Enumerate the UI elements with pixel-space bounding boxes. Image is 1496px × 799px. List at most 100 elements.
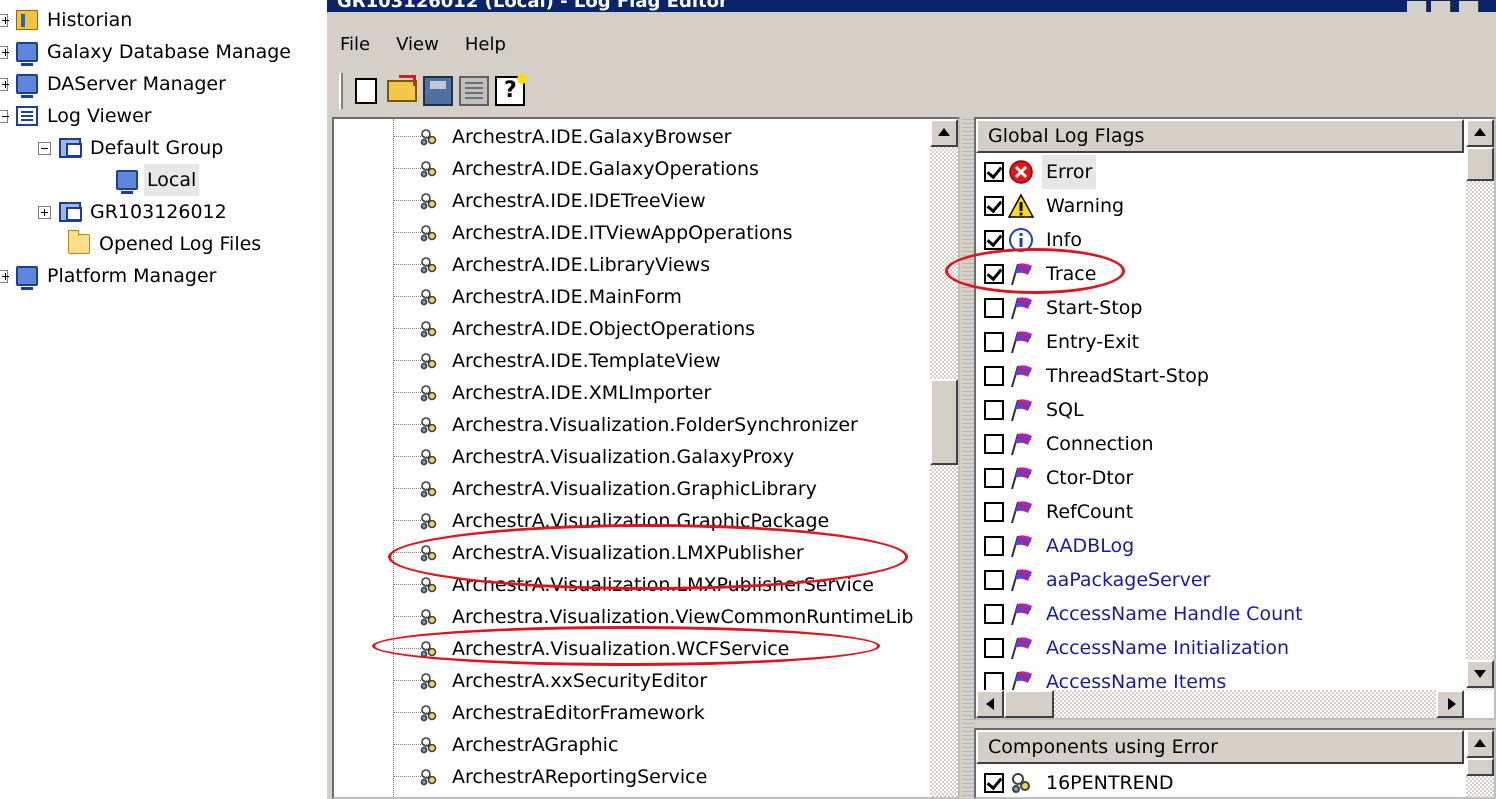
flag-checkbox[interactable] [984, 196, 1004, 216]
scroll-up-button[interactable] [1466, 730, 1494, 758]
component-row[interactable]: ArchestrA.IDE.IDETreeView [334, 185, 930, 217]
flag-row-ctor-dtor[interactable]: Ctor-Dtor [976, 461, 1464, 495]
expand-icon[interactable] [0, 13, 9, 27]
component-row[interactable]: ArchestrAReportingService [334, 761, 930, 793]
flag-row-aadblog[interactable]: AADBLog [976, 529, 1464, 563]
tree-item-default-group[interactable]: Default Group [38, 132, 226, 164]
flag-row-sql[interactable]: SQL [976, 393, 1464, 427]
scroll-right-button[interactable] [1436, 690, 1464, 718]
flag-row-accessname-initialization[interactable]: AccessName Initialization [976, 631, 1464, 665]
flag-checkbox[interactable] [984, 366, 1004, 386]
expand-icon[interactable] [0, 269, 9, 283]
components-using-header[interactable]: Components using Error [976, 730, 1464, 764]
toolbar-grip[interactable] [339, 73, 343, 109]
flag-row-threadstart-stop[interactable]: ThreadStart-Stop [976, 359, 1464, 393]
flag-checkbox[interactable] [984, 502, 1004, 522]
menu-help[interactable]: Help [452, 29, 519, 61]
component-row[interactable]: Archestra.Visualization.ViewCommonRuntim… [334, 601, 930, 633]
component-row[interactable]: ArchestrA.Visualization.LMXPublisher [334, 537, 930, 569]
component-row[interactable]: ArchestraEditorFramework [334, 697, 930, 729]
component-row[interactable]: ArchestrA.IDE.LibraryViews [334, 249, 930, 281]
flag-checkbox[interactable] [984, 570, 1004, 590]
component-row[interactable]: ArchestrAGraphic [334, 729, 930, 761]
flag-checkbox[interactable] [984, 672, 1004, 692]
flag-checkbox[interactable] [984, 434, 1004, 454]
component-row[interactable]: ArchestrA.Visualization.GraphicPackage [334, 505, 930, 537]
global-log-flags-list[interactable]: Global Log Flags Error Warning Info Trace St… [974, 117, 1496, 720]
tree-item-platform-manager[interactable]: Platform Manager [0, 260, 219, 292]
scroll-thumb[interactable] [1466, 758, 1494, 776]
component-row[interactable]: ArchestrA.IDE.GalaxyBrowser [334, 121, 930, 153]
flag-row-entry-exit[interactable]: Entry-Exit [976, 325, 1464, 359]
flag-row-refcount[interactable]: RefCount [976, 495, 1464, 529]
global-log-flags-header[interactable]: Global Log Flags [976, 119, 1464, 153]
scroll-up-button[interactable] [930, 119, 958, 147]
flag-checkbox[interactable] [984, 604, 1004, 624]
maximize-button[interactable] [1431, 1, 1451, 12]
flag-checkbox[interactable] [984, 332, 1004, 352]
flag-checkbox[interactable] [984, 536, 1004, 556]
components-using-scrollbar[interactable] [1466, 730, 1494, 797]
open-icon[interactable] [387, 75, 417, 102]
flag-checkbox[interactable] [984, 162, 1004, 182]
tree-item-log-viewer[interactable]: Log Viewer [0, 100, 155, 132]
component-row[interactable]: ArchestrA.Visualization.LMXPublisherServ… [334, 569, 930, 601]
scroll-left-button[interactable] [976, 690, 1004, 718]
component-row[interactable]: Archestra.Visualization.FolderSynchroniz… [334, 409, 930, 441]
flag-row-aapackageserver[interactable]: aaPackageServer [976, 563, 1464, 597]
flag-row-start-stop[interactable]: Start-Stop [976, 291, 1464, 325]
flag-checkbox[interactable] [984, 400, 1004, 420]
component-row[interactable]: ArchestrA.Visualization.GalaxyProxy [334, 441, 930, 473]
flag-row-connection[interactable]: Connection [976, 427, 1464, 461]
tree-item-gr103126012[interactable]: GR103126012 [38, 196, 230, 228]
component-row[interactable]: ArchestrA.IDE.ITViewAppOperations [334, 217, 930, 249]
flag-row-trace[interactable]: Trace [976, 257, 1464, 291]
scroll-thumb[interactable] [1466, 147, 1494, 181]
scroll-up-button[interactable] [1466, 119, 1494, 147]
component-row[interactable]: ArchestrA.IDE.ObjectOperations [334, 313, 930, 345]
components-using-list[interactable]: Components using Error 16PENTREND [974, 728, 1496, 799]
component-row[interactable]: ArchestrA.IDE.XMLImporter [334, 377, 930, 409]
menu-file[interactable]: File [327, 29, 383, 61]
component-row[interactable]: ArchestrA.Visualization.GraphicLibrary [334, 473, 930, 505]
flag-checkbox[interactable] [984, 638, 1004, 658]
flag-row-error[interactable]: Error [976, 155, 1464, 189]
expand-icon[interactable] [0, 77, 9, 91]
flag-checkbox[interactable] [984, 230, 1004, 250]
components-using-row[interactable]: 16PENTREND [976, 766, 1464, 797]
properties-icon[interactable] [459, 76, 489, 106]
component-row[interactable]: ArchestrA.IDE.MainForm [334, 281, 930, 313]
minimize-button[interactable] [1407, 1, 1427, 12]
tree-item-opened-log-files[interactable]: Opened Log Files [68, 228, 264, 260]
tree-item-galaxy-database-manager[interactable]: Galaxy Database Manage [0, 36, 294, 68]
scroll-down-button[interactable] [1466, 660, 1494, 688]
flag-row-accessname-handle-count[interactable]: AccessName Handle Count [976, 597, 1464, 631]
scroll-thumb[interactable] [1004, 690, 1054, 718]
components-scrollbar[interactable] [930, 119, 958, 797]
scroll-thumb[interactable] [930, 379, 958, 465]
flags-vertical-scrollbar[interactable] [1466, 119, 1494, 690]
flags-horizontal-scrollbar[interactable] [976, 690, 1464, 718]
menu-view[interactable]: View [383, 29, 452, 61]
flag-row-warning[interactable]: Warning [976, 189, 1464, 223]
collapse-icon[interactable] [38, 141, 51, 155]
tree-item-historian[interactable]: Historian [0, 4, 135, 36]
flag-row-info[interactable]: Info [976, 223, 1464, 257]
component-row[interactable]: ArchestrA.xxSecurityEditor [334, 665, 930, 697]
help-icon[interactable]: ? [495, 74, 527, 106]
flag-checkbox[interactable] [984, 264, 1004, 284]
tree-item-local[interactable]: Local [116, 164, 200, 196]
flag-checkbox[interactable] [984, 468, 1004, 488]
expand-icon[interactable] [0, 45, 9, 59]
component-row[interactable]: ArchestrA.IDE.TemplateView [334, 345, 930, 377]
expand-icon[interactable] [38, 205, 51, 219]
collapse-icon[interactable] [0, 109, 9, 123]
pane-splitter[interactable] [962, 117, 974, 799]
title-bar[interactable]: GR103126012 (Local) - Log Flag Editor [327, 0, 1496, 12]
close-button[interactable] [1459, 1, 1479, 12]
flag-checkbox[interactable] [984, 298, 1004, 318]
save-icon[interactable] [423, 76, 453, 106]
component-row[interactable]: ArchestrA.IDE.GalaxyOperations [334, 153, 930, 185]
component-row[interactable]: ArchestrA.Visualization.WCFService [334, 633, 930, 665]
component-checkbox[interactable] [984, 773, 1004, 793]
